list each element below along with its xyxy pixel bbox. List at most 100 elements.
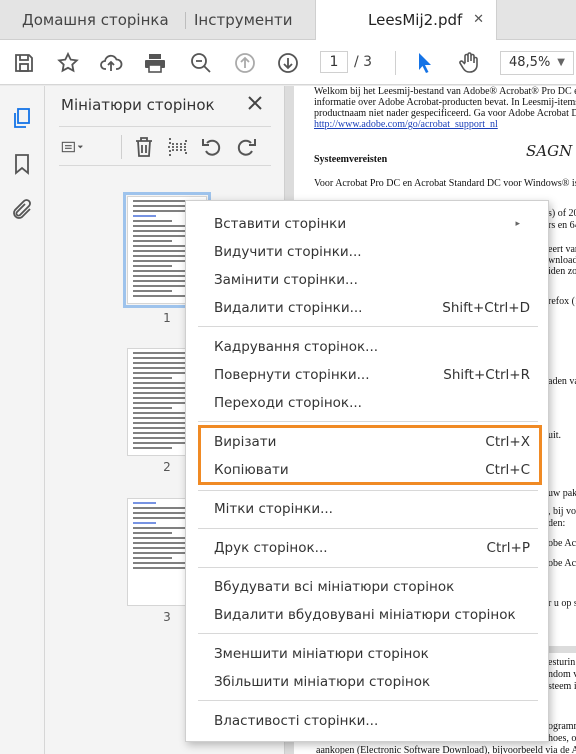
panel-toolbar [59,126,271,166]
menu-item-label: Вставити сторінки [214,216,347,232]
menu-item-label: Зменшити мініатюри сторінок [214,646,429,662]
menu-item-label: Вирізати [214,434,277,450]
menu-separator [198,700,538,701]
menu-item-extract-pages[interactable]: Видучити сторінки... [186,238,550,266]
doc-text-line: ndom v [548,669,576,680]
menu-separator [198,633,538,634]
submenu-arrow-icon: ▸ [515,219,520,229]
doc-text-line: eert van [548,244,576,255]
page-number-input[interactable]: 1 [320,51,348,73]
menu-item-label: Вбудувати всі мініатюри сторінок [214,579,455,595]
pointer-icon[interactable] [413,51,437,75]
menu-item-label: Друк сторінок... [214,540,328,556]
zoom-select[interactable]: 48,5% ▼ [500,51,574,75]
menu-item-label: Кадрування сторінок... [214,339,379,355]
menu-item-page-properties[interactable]: Властивості сторінки... [186,707,550,735]
doc-text-line: Voor Acrobat Pro DC en Acrobat Standard … [314,178,576,189]
page-up-icon[interactable] [233,51,257,75]
doc-text-line: hoes, of [548,733,576,744]
tab-bar: Домашня сторінка Інструменти LeesMij2.pd… [0,0,576,41]
menu-item-label: Видалити сторінки... [214,300,363,316]
tab-home[interactable]: Домашня сторінка [22,0,169,40]
doc-text-line: , bij voo [548,506,576,517]
menu-item-shortcut: Ctrl+P [486,540,530,556]
menu-item-embed-thumbnails[interactable]: Вбудувати всі мініатюри сторінок [186,573,550,601]
panel-title: Мініатюри сторінок [61,96,215,114]
menu-item-remove-embedded-thumbnails[interactable]: Видалити вбудовувані мініатюри сторінок [186,601,550,629]
menu-item-label: Видалити вбудовувані мініатюри сторінок [214,607,516,623]
toolbar-divider [395,51,396,75]
doc-text-line: steem in [548,681,576,692]
close-icon[interactable] [246,94,264,112]
menu-separator [198,326,538,327]
doc-text-line: informatie over Adobe Acrobat-producten … [314,97,576,108]
menu-item-shortcut: Shift+Ctrl+D [442,300,530,316]
menu-separator [198,567,538,568]
menu-item-copy[interactable]: Копіювати Ctrl+C [186,456,550,484]
thumbnails-icon[interactable] [10,106,34,130]
doc-text-line: wnloadp [548,255,576,266]
menu-item-label: Копіювати [214,462,289,478]
menu-item-label: Переходи сторінок... [214,395,362,411]
doc-text-line: aden va [548,376,576,387]
zoom-out-icon[interactable] [189,51,213,75]
save-icon[interactable] [12,51,36,75]
doc-support-link[interactable]: http://www.adobe.com/go/acrobat_support_… [314,119,498,130]
doc-text-line: ogramm [548,721,576,732]
context-menu: Вставити сторінки ▸ Видучити сторінки...… [185,200,549,742]
doc-text-line: r u op s [548,598,576,609]
menu-item-page-labels[interactable]: Мітки сторінки... [186,495,550,523]
doc-text-line: aankopen (Electronic Software Download),… [316,745,576,754]
doc-text-line: obe Acro [548,538,576,549]
doc-text-line: obe Acro [548,558,576,569]
doc-text-line: refox (1 [548,296,576,307]
print-icon[interactable] [143,51,167,75]
tab-close-icon[interactable]: ✕ [473,0,484,40]
menu-item-print-pages[interactable]: Друк сторінок... Ctrl+P [186,534,550,562]
menu-item-cut[interactable]: Вирізати Ctrl+X [186,428,550,456]
rotate-right-icon[interactable] [234,135,258,159]
attachment-icon[interactable] [10,198,34,222]
doc-signature: SAGN [526,142,573,160]
rotate-left-icon[interactable] [200,135,224,159]
tab-document[interactable]: LeesMij2.pdf ✕ [315,0,497,41]
hand-icon[interactable] [457,51,481,75]
menu-item-page-transitions[interactable]: Переходи сторінок... [186,389,550,417]
star-icon[interactable] [56,51,80,75]
menu-item-insert-pages[interactable]: Вставити сторінки ▸ [186,210,550,238]
page-total: / 3 [354,54,373,70]
menu-item-enlarge-thumbnails[interactable]: Збільшити мініатюри сторінок [186,668,550,696]
doc-text-line: uw pakl [548,488,576,499]
doc-text-line: den: [548,518,566,529]
menu-item-label: Замінити сторінки... [214,272,358,288]
left-rail [0,86,45,754]
menu-item-shortcut: Shift+Ctrl+R [443,367,530,383]
menu-item-label: Властивості сторінки... [214,713,379,729]
chevron-down-icon: ▼ [557,57,565,68]
bookmark-icon[interactable] [10,152,34,176]
menu-item-crop-pages[interactable]: Кадрування сторінок... [186,333,550,361]
doc-text-line: iden zod [548,266,576,277]
tab-tools[interactable]: Інструменти [194,0,292,40]
trash-icon[interactable] [132,135,156,159]
menu-item-rotate-pages[interactable]: Повернути сторінки... Shift+Ctrl+R [186,361,550,389]
options-icon[interactable] [61,135,97,159]
insert-page-icon[interactable] [166,135,190,159]
upload-icon[interactable] [99,51,123,75]
menu-item-delete-pages[interactable]: Видалити сторінки... Shift+Ctrl+D [186,294,550,322]
menu-item-shortcut: Ctrl+X [485,434,530,450]
zoom-value: 48,5% [509,55,551,70]
toolbar: 1 / 3 48,5% ▼ [0,40,576,85]
doc-text-line: s) of 20 [548,208,576,219]
doc-text-line: productnaam niet nader gespecificeerd. G… [314,108,576,119]
menu-item-label: Збільшити мініатюри сторінок [214,674,431,690]
menu-item-label: Видучити сторінки... [214,244,362,260]
tab-divider [185,12,186,29]
page-down-icon[interactable] [276,51,300,75]
menu-item-label: Повернути сторінки... [214,367,370,383]
doc-heading: Systeemvereisten [314,154,388,165]
menu-item-shortcut: Ctrl+C [485,462,530,478]
doc-text-line: Welkom bij het Leesmij-bestand van Adobe… [314,86,576,97]
menu-item-reduce-thumbnails[interactable]: Зменшити мініатюри сторінок [186,640,550,668]
menu-item-replace-pages[interactable]: Замінити сторінки... [186,266,550,294]
